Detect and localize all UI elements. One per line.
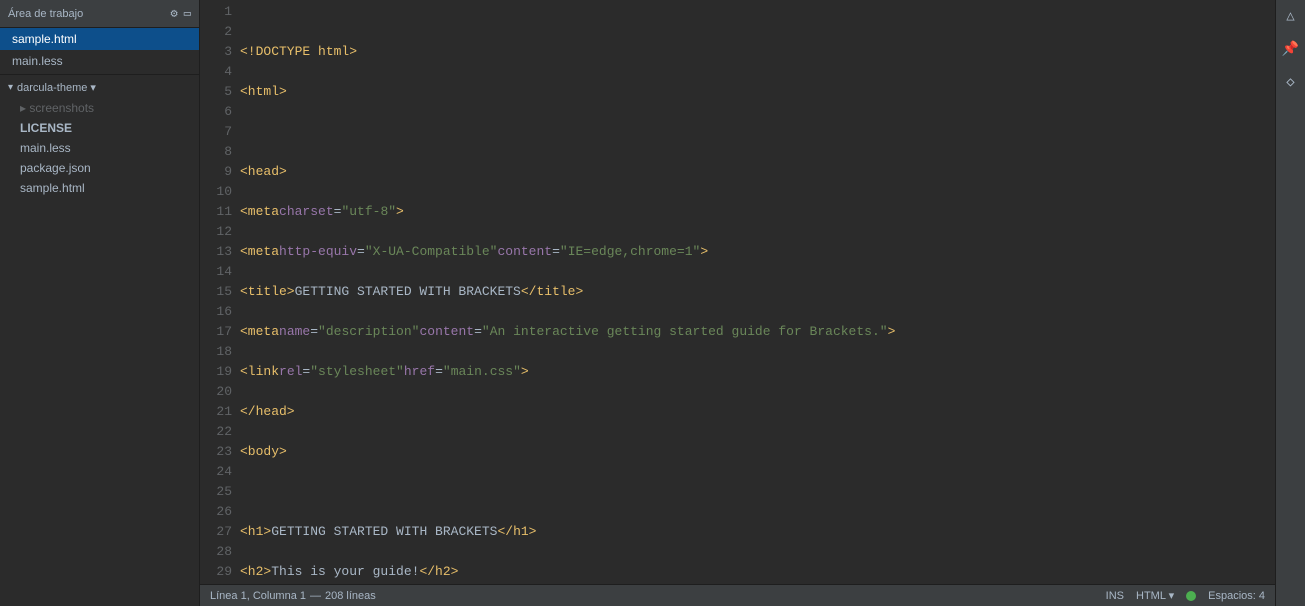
open-files-list: sample.html main.less (0, 28, 199, 72)
extension-icon[interactable]: ◇ (1282, 70, 1298, 95)
code-line-1 (240, 2, 1275, 22)
code-line-13 (240, 482, 1275, 502)
folder-file-sample-html[interactable]: sample.html (8, 178, 199, 198)
code-line-3: <html> (240, 82, 1275, 102)
pin-icon[interactable]: 📌 (1278, 37, 1303, 62)
code-line-8: <title>GETTING STARTED WITH BRACKETS</ti… (240, 282, 1275, 302)
line-numbers: 12345 678910 1112131415 1617181920 21222… (200, 0, 240, 584)
code-line-7: <meta http-equiv="X-UA-Compatible" conte… (240, 242, 1275, 262)
language-selector[interactable]: HTML ▾ (1136, 589, 1174, 602)
folder-files: ▸ screenshots LICENSE main.less package.… (0, 98, 199, 198)
sidebar-divider (0, 74, 199, 75)
code-line-11: </head> (240, 402, 1275, 422)
folder-file-license[interactable]: LICENSE (8, 118, 199, 138)
code-container: 12345 678910 1112131415 1617181920 21222… (200, 0, 1275, 584)
code-line-10: <link rel="stylesheet" href="main.css"> (240, 362, 1275, 382)
sidebar-header-icons: ⚙ ▭ (171, 6, 191, 21)
right-sidebar: △ 📌 ◇ (1275, 0, 1305, 606)
code-line-5: <head> (240, 162, 1275, 182)
code-line-6: <meta charset="utf-8"> (240, 202, 1275, 222)
folder-section: ▾ darcula-theme ▾ ▸ screenshots LICENSE … (0, 77, 199, 198)
folder-file-screenshots[interactable]: ▸ screenshots (8, 98, 199, 118)
folder-file-main-less[interactable]: main.less (8, 138, 199, 158)
status-dot-icon (1186, 591, 1196, 601)
separator: — (310, 590, 321, 602)
code-line-9: <meta name="description" content="An int… (240, 322, 1275, 342)
editor-area: 12345 678910 1112131415 1617181920 21222… (200, 0, 1275, 606)
folder-file-package-json[interactable]: package.json (8, 158, 199, 178)
status-left: Línea 1, Columna 1 — 208 líneas (210, 590, 376, 602)
code-line-14: <h1>GETTING STARTED WITH BRACKETS</h1> (240, 522, 1275, 542)
code-line-2: <!DOCTYPE html> (240, 42, 1275, 62)
line-count: 208 líneas (325, 590, 376, 602)
code-line-4 (240, 122, 1275, 142)
folder-header[interactable]: ▾ darcula-theme ▾ (0, 77, 199, 98)
insert-mode: INS (1106, 590, 1124, 602)
spaces-setting[interactable]: Espacios: 4 (1208, 590, 1265, 602)
collapse-icon[interactable]: ▭ (184, 6, 191, 21)
sidebar-header: Área de trabajo ⚙ ▭ (0, 0, 199, 28)
code-editor[interactable]: <!DOCTYPE html> <html> <head> <meta char… (240, 0, 1275, 584)
open-file-main-less[interactable]: main.less (0, 50, 199, 72)
settings-icon[interactable]: ⚙ (171, 6, 178, 21)
live-preview-icon[interactable]: △ (1282, 4, 1298, 29)
folder-name: darcula-theme ▾ (17, 81, 96, 94)
cursor-position: Línea 1, Columna 1 (210, 590, 306, 602)
code-line-15: <h2>This is your guide!</h2> (240, 562, 1275, 582)
status-bar: Línea 1, Columna 1 — 208 líneas INS HTML… (200, 584, 1275, 606)
workspace-title: Área de trabajo (8, 8, 83, 20)
open-file-sample-html[interactable]: sample.html (0, 28, 199, 50)
sidebar: Área de trabajo ⚙ ▭ sample.html main.les… (0, 0, 200, 606)
status-right: INS HTML ▾ Espacios: 4 (1106, 589, 1265, 602)
code-line-12: <body> (240, 442, 1275, 462)
folder-arrow-icon: ▾ (8, 82, 13, 93)
main-layout: Área de trabajo ⚙ ▭ sample.html main.les… (0, 0, 1305, 606)
